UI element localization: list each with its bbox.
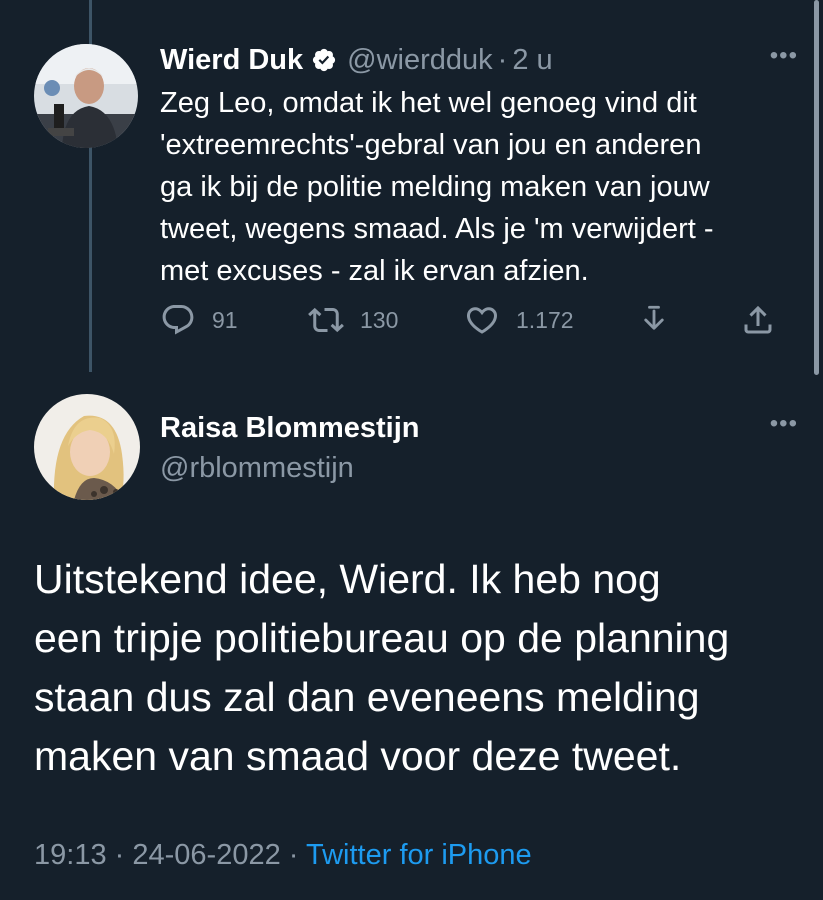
parent-text-line: Zeg Leo, omdat ik het wel genoeg vind di… bbox=[160, 87, 697, 119]
parent-text-line: tweet, wegens smaad. Als je 'm verwijder… bbox=[160, 213, 714, 245]
meta-separator: · bbox=[288, 839, 299, 871]
avatar-raisa-blommestijn[interactable] bbox=[34, 394, 140, 500]
main-handle[interactable]: @rblommestijn bbox=[160, 448, 419, 488]
reply-icon bbox=[162, 305, 194, 335]
main-tweet-text: Uitstekend idee, Wierd. Ik heb nog een t… bbox=[34, 550, 729, 786]
parent-text-line: ga ik bij de politie melding maken van j… bbox=[160, 171, 710, 203]
reply-button[interactable]: 91 bbox=[160, 298, 238, 342]
share-button[interactable] bbox=[740, 298, 776, 342]
parent-text-line: 'extreemrechts'-gebral van jou en andere… bbox=[160, 129, 702, 161]
parent-text-line: met excuses - zal ik ervan afzien. bbox=[160, 255, 589, 287]
tweet-date[interactable]: 24-06-2022 bbox=[132, 839, 280, 871]
parent-more-icon[interactable]: ••• bbox=[770, 42, 798, 70]
main-text-line: maken van smaad voor deze tweet. bbox=[34, 733, 682, 779]
heart-icon bbox=[466, 307, 498, 334]
main-text-line: Uitstekend idee, Wierd. Ik heb nog bbox=[34, 556, 661, 602]
tweet-meta: 19:13 · 24-06-2022 · Twitter for iPhone bbox=[34, 835, 532, 875]
share-icon bbox=[744, 305, 772, 334]
retweet-button[interactable]: 130 bbox=[308, 298, 398, 342]
main-tweet-header: Raisa Blommestijn @rblommestijn bbox=[160, 408, 419, 488]
download-icon bbox=[644, 305, 664, 330]
parent-action-bar: 91 130 1.172 bbox=[160, 298, 780, 342]
meta-separator: · bbox=[114, 839, 125, 871]
retweet-count: 130 bbox=[360, 306, 399, 333]
retweet-icon bbox=[308, 307, 344, 333]
tweet-source-link[interactable]: Twitter for iPhone bbox=[306, 839, 532, 871]
verified-badge-icon bbox=[311, 47, 337, 73]
main-text-line: een tripje politiebureau op de planning bbox=[34, 615, 730, 661]
like-button[interactable]: 1.172 bbox=[464, 298, 574, 342]
tweet-time[interactable]: 19:13 bbox=[34, 839, 107, 871]
like-count: 1.172 bbox=[516, 306, 574, 333]
parent-tweet[interactable]: Wierd Duk @wierdduk · 2 u Zeg Leo, omdat… bbox=[160, 40, 800, 292]
main-more-icon[interactable]: ••• bbox=[770, 410, 798, 438]
main-text-line: staan dus zal dan eveneens melding bbox=[34, 674, 700, 720]
parent-time-ago[interactable]: 2 u bbox=[512, 44, 552, 77]
parent-handle[interactable]: @wierdduk bbox=[347, 44, 493, 77]
scrollbar[interactable] bbox=[814, 0, 819, 375]
parent-display-name[interactable]: Wierd Duk bbox=[160, 44, 303, 77]
header-separator: · bbox=[497, 43, 508, 76]
parent-tweet-header: Wierd Duk @wierdduk · 2 u bbox=[160, 40, 800, 80]
avatar-wierd-duk[interactable] bbox=[34, 44, 138, 148]
reply-count: 91 bbox=[212, 306, 238, 333]
parent-tweet-text: Zeg Leo, omdat ik het wel genoeg vind di… bbox=[160, 82, 780, 292]
main-display-name[interactable]: Raisa Blommestijn bbox=[160, 408, 419, 448]
download-button[interactable] bbox=[636, 298, 672, 342]
